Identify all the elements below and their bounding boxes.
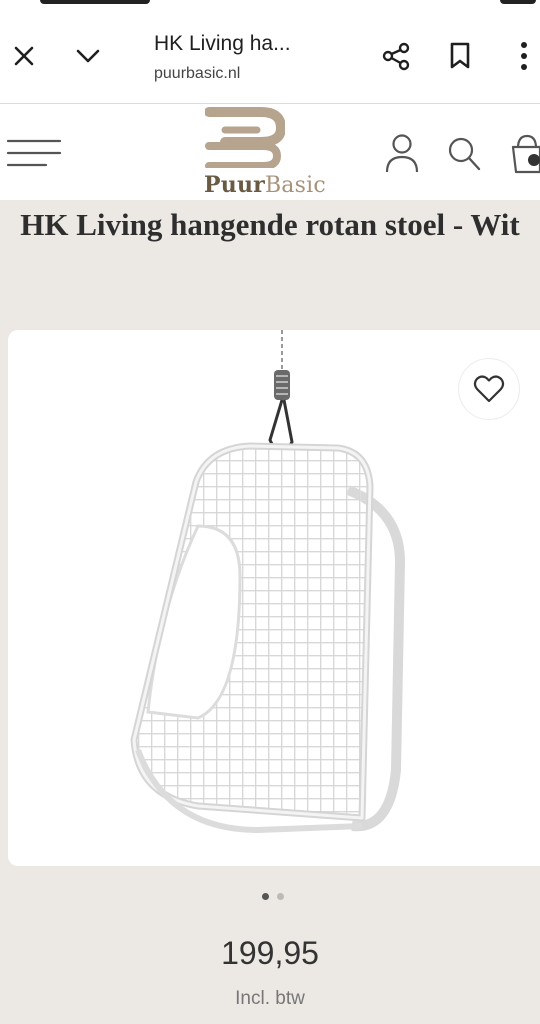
product-title: HK Living hangende rotan stoel - Wit xyxy=(20,207,520,242)
product-image-card[interactable] xyxy=(8,330,540,866)
brand-part1: Puur xyxy=(204,172,265,198)
heart-icon xyxy=(473,375,505,403)
page-title[interactable]: HK Living ha... xyxy=(154,32,291,56)
menu-icon[interactable] xyxy=(6,138,62,168)
share-icon[interactable] xyxy=(374,34,418,78)
bookmark-icon[interactable] xyxy=(438,34,482,78)
user-icon[interactable] xyxy=(382,132,422,176)
vat-note: Incl. btw xyxy=(235,988,305,1009)
search-icon[interactable] xyxy=(444,134,484,174)
favorite-button[interactable] xyxy=(458,358,520,420)
status-bar xyxy=(0,0,540,10)
page-url[interactable]: puurbasic.nl xyxy=(154,65,240,83)
more-vertical-icon[interactable] xyxy=(508,34,540,78)
close-icon[interactable] xyxy=(2,34,46,78)
chevron-down-icon[interactable] xyxy=(66,34,110,78)
brand-wordmark[interactable]: PuurBasic xyxy=(204,172,326,198)
image-pagination xyxy=(262,893,284,900)
browser-toolbar: HK Living ha... puurbasic.nl xyxy=(0,10,540,104)
pagination-dot[interactable] xyxy=(277,893,284,900)
brand-part2: Basic xyxy=(264,173,326,198)
brand-logo-icon[interactable] xyxy=(204,106,287,170)
hanging-chair-image xyxy=(130,330,406,834)
pagination-dot-active[interactable] xyxy=(262,893,269,900)
product-price: 199,95 xyxy=(221,935,319,971)
cart-icon[interactable] xyxy=(508,130,540,176)
